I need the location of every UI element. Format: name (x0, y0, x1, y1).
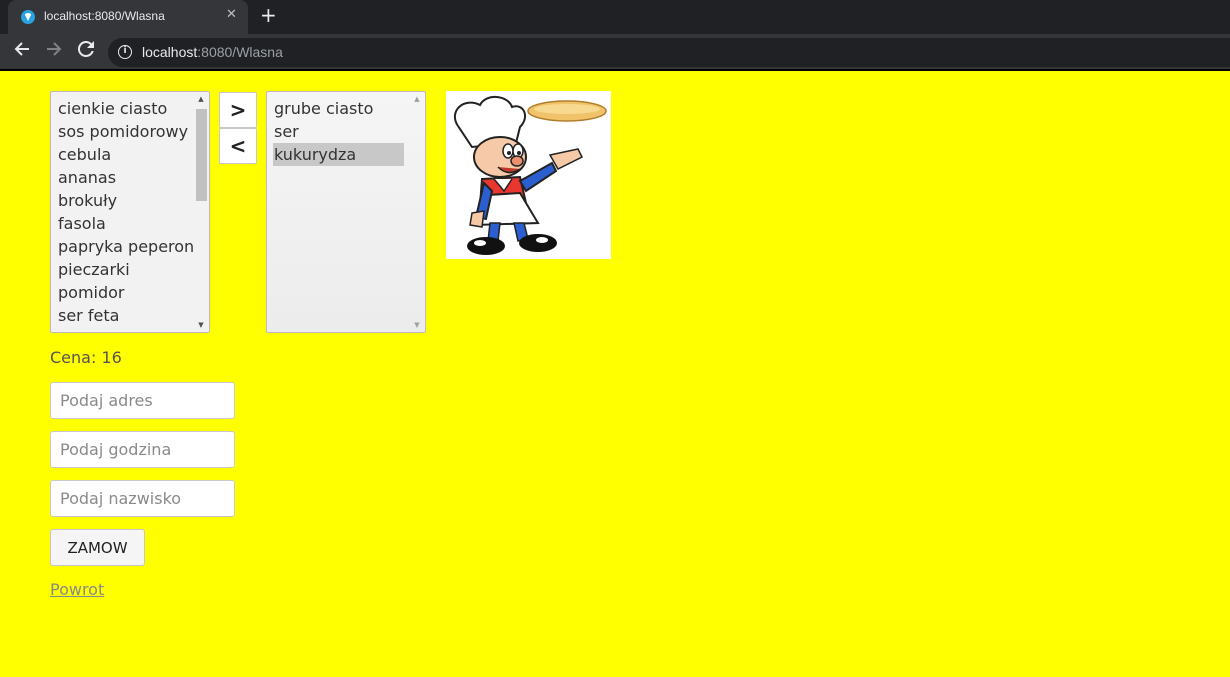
browser-tab-strip: localhost:8080/Wlasna ✕ + (0, 0, 1230, 34)
address-bar[interactable]: i localhost:8080/Wlasna (108, 38, 1230, 67)
list-item[interactable]: fasola (57, 212, 106, 235)
close-icon[interactable]: ✕ (226, 7, 237, 22)
available-ingredients-list[interactable]: cienkie ciasto sos pomidorowy cebula ana… (50, 91, 210, 333)
list-item[interactable]: cebula (57, 143, 111, 166)
list-item[interactable]: grube ciasto (273, 97, 373, 120)
url-text: localhost:8080/Wlasna (142, 44, 283, 60)
scroll-down-icon[interactable]: ▼ (412, 321, 422, 329)
scrollbar[interactable]: ▲ ▼ (409, 92, 425, 332)
chef-illustration (446, 91, 611, 259)
chevron-left-icon: < (229, 134, 247, 158)
plus-icon[interactable]: + (260, 3, 277, 27)
list-item-selected[interactable]: kukurydza (273, 143, 404, 166)
info-icon[interactable]: i (118, 45, 132, 59)
browser-tab[interactable]: localhost:8080/Wlasna ✕ (8, 0, 248, 34)
scroll-down-icon[interactable]: ▼ (196, 321, 206, 329)
list-item[interactable]: pomidor (57, 281, 125, 304)
back-link[interactable]: Powrot (50, 580, 104, 599)
order-button[interactable]: ZAMOW (50, 529, 145, 566)
back-arrow-icon[interactable] (10, 40, 34, 64)
hour-input[interactable] (50, 431, 235, 468)
list-item[interactable]: ser feta (57, 304, 119, 327)
url-path: :8080/Wlasna (197, 44, 283, 60)
list-item[interactable]: ananas (57, 166, 116, 189)
selected-ingredients-list[interactable]: grube ciasto ser kukurydza ▲ ▼ (266, 91, 426, 333)
scroll-up-icon[interactable]: ▲ (412, 95, 422, 103)
list-item[interactable]: pieczarki (57, 258, 130, 281)
scrollbar[interactable]: ▲ ▼ (193, 92, 209, 332)
forward-arrow-icon[interactable] (42, 40, 66, 64)
price-label: Cena: 16 (50, 348, 122, 367)
address-input[interactable] (50, 382, 235, 419)
list-item[interactable]: ser (273, 120, 299, 143)
browser-toolbar: i localhost:8080/Wlasna (0, 34, 1230, 71)
list-item[interactable]: cienkie ciasto (57, 97, 167, 120)
list-item[interactable]: sos pomidorowy (57, 120, 188, 143)
scroll-thumb[interactable] (196, 109, 207, 201)
scroll-up-icon[interactable]: ▲ (196, 95, 206, 103)
url-host: localhost (142, 44, 198, 60)
favicon-icon (21, 10, 35, 24)
reload-icon[interactable] (74, 40, 98, 64)
remove-ingredient-button[interactable]: < (219, 128, 257, 164)
chevron-right-icon: > (229, 98, 247, 122)
list-item[interactable]: papryka peperoni (57, 235, 199, 258)
surname-input[interactable] (50, 480, 235, 517)
list-item[interactable]: brokuły (57, 189, 117, 212)
add-ingredient-button[interactable]: > (219, 92, 257, 128)
tab-title: localhost:8080/Wlasna (44, 9, 165, 23)
